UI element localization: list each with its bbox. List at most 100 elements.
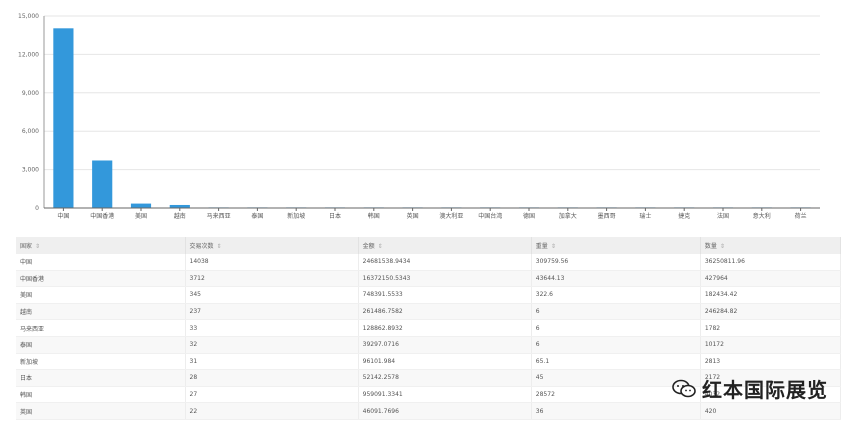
table-row: 新加坡 31 96101.984 65.1 2813 xyxy=(16,353,842,371)
table-cell: 1782 xyxy=(700,319,842,337)
table-row: 英国 22 46091.7696 36 420 xyxy=(16,402,842,420)
x-tick-label: 加拿大 xyxy=(559,212,577,220)
table-row: 中国 14038 24681538.9434 309759.56 36250811.96 xyxy=(16,254,842,271)
table-cell: 日本 xyxy=(16,369,186,387)
x-tick-label: 澳大利亚 xyxy=(439,212,463,220)
sort-icon[interactable]: ⇕ xyxy=(378,243,383,250)
table-cell: 英国 xyxy=(16,402,186,420)
table-cell: 959091.3341 xyxy=(358,386,532,404)
table-cell: 中国香港 xyxy=(16,270,186,288)
y-tick-label: 12,000 xyxy=(18,51,39,58)
table-cell: 美国 xyxy=(16,286,186,304)
x-tick-label: 德国 xyxy=(523,212,535,220)
x-tick-label: 越南 xyxy=(174,212,186,220)
table-cell: 36 xyxy=(531,402,701,420)
table-cell: 6 xyxy=(531,319,701,337)
bar xyxy=(130,203,152,208)
table-row: 越南 237 261486.7582 6 246284.82 xyxy=(16,303,842,321)
table-cell: 52142.2578 xyxy=(358,369,532,387)
table-cell: 马来西亚 xyxy=(16,319,186,337)
table-cell: 420 xyxy=(700,402,842,420)
x-tick-label: 泰国 xyxy=(251,212,263,220)
x-tick-label: 新加坡 xyxy=(287,212,305,220)
x-axis: 中国 中国香港 美国 越南 马来西亚 泰国 新加坡 日本 韩国 英国 澳大利亚 中国台湾 德国 加拿大 墨西… xyxy=(44,207,820,220)
table-cell: 6 xyxy=(531,303,701,321)
table-cell: 3712 xyxy=(185,270,359,288)
table-cell: 33 xyxy=(185,319,359,337)
x-tick-label: 日本 xyxy=(329,212,341,220)
table-cell: 16372150.5343 xyxy=(358,270,532,288)
sort-icon[interactable]: ⇕ xyxy=(35,243,40,250)
table-cell: 中国 xyxy=(16,254,186,271)
table-cell: 427964 xyxy=(700,270,842,288)
table-cell: 65.1 xyxy=(531,353,701,371)
table-cell: 27 xyxy=(185,386,359,404)
x-tick-label: 荷兰 xyxy=(795,212,807,220)
watermark-text: 红本国际展览 xyxy=(702,378,828,402)
bar-chart: 0 3,000 6,000 9,000 12,000 15,000 中国 中国香港 美国 越南 马… xyxy=(18,13,820,220)
x-tick-label: 瑞士 xyxy=(639,212,651,220)
y-tick-label: 15,000 xyxy=(18,13,39,20)
table-cell: 韩国 xyxy=(16,386,186,404)
column-header-weight[interactable]: 重量 ⇕ xyxy=(531,237,701,254)
table-cell: 43644.13 xyxy=(531,270,701,288)
y-tick-label: 0 xyxy=(35,205,39,212)
table-cell: 182434.42 xyxy=(700,286,842,304)
table-cell: 309759.56 xyxy=(531,254,701,271)
table-cell: 128862.8932 xyxy=(358,319,532,337)
x-tick-label: 马来西亚 xyxy=(207,212,231,220)
x-tick-label: 意大利 xyxy=(753,212,771,220)
table-cell: 32 xyxy=(185,336,359,354)
table-cell: 越南 xyxy=(16,303,186,321)
table-cell: 345 xyxy=(185,286,359,304)
table-cell: 24681538.9434 xyxy=(358,254,532,271)
y-tick-label: 9,000 xyxy=(22,90,39,97)
x-tick-label: 中国 xyxy=(57,212,69,220)
y-axis: 0 3,000 6,000 9,000 12,000 15,000 xyxy=(18,13,45,212)
table-cell: 14038 xyxy=(185,254,359,271)
table-cell: 36250811.96 xyxy=(700,254,842,271)
table-cell: 39297.0716 xyxy=(358,336,532,354)
x-tick-label: 英国 xyxy=(407,212,419,220)
x-tick-label: 捷克 xyxy=(678,212,690,220)
table-cell: 6 xyxy=(531,336,701,354)
chart-grid xyxy=(44,15,820,171)
table-cell: 46091.7696 xyxy=(358,402,532,420)
table-cell: 新加坡 xyxy=(16,353,186,371)
table-row: 马来西亚 33 128862.8932 6 1782 xyxy=(16,319,842,337)
table-row: 泰国 32 39297.0716 6 10172 xyxy=(16,336,842,354)
table-header-row: 国家 ⇕ 交易次数 ⇕ 金额 ⇕ 重量 ⇕ 数量 ⇕ xyxy=(16,237,842,254)
column-header-country[interactable]: 国家 ⇕ xyxy=(16,237,186,254)
y-tick-label: 6,000 xyxy=(22,128,39,135)
table-cell: 2813 xyxy=(700,353,842,371)
table-cell: 10172 xyxy=(700,336,842,354)
table-cell: 261486.7582 xyxy=(358,303,532,321)
bar xyxy=(53,28,74,209)
x-tick-label: 韩国 xyxy=(368,212,380,220)
table-row: 美国 345 748391.5533 322.6 182434.42 xyxy=(16,286,842,304)
x-tick-label: 中国香港 xyxy=(90,212,114,220)
sort-icon[interactable]: ⇕ xyxy=(217,243,222,250)
table-row: 中国香港 3712 16372150.5343 43644.13 427964 xyxy=(16,270,842,288)
table-cell: 22 xyxy=(185,402,359,420)
watermark: 红本国际展览 xyxy=(672,374,828,403)
table-cell: 泰国 xyxy=(16,336,186,354)
table-cell: 237 xyxy=(185,303,359,321)
column-header-transactions[interactable]: 交易次数 ⇕ xyxy=(185,237,359,254)
x-tick-label: 中国台湾 xyxy=(478,212,502,220)
column-header-amount[interactable]: 金额 ⇕ xyxy=(358,237,532,254)
sort-icon[interactable]: ⇕ xyxy=(720,243,725,250)
x-tick-label: 美国 xyxy=(135,212,147,220)
x-tick-label: 法国 xyxy=(717,212,729,220)
table-cell: 96101.984 xyxy=(358,353,532,371)
wechat-icon xyxy=(672,379,696,397)
table-cell: 246284.82 xyxy=(700,303,842,321)
table-cell: 28 xyxy=(185,369,359,387)
column-header-quantity[interactable]: 数量 ⇕ xyxy=(700,237,842,254)
y-tick-label: 3,000 xyxy=(22,167,39,174)
table-cell: 31 xyxy=(185,353,359,371)
chart-bars xyxy=(53,28,811,209)
sort-icon[interactable]: ⇕ xyxy=(551,243,556,250)
x-tick-label: 墨西哥 xyxy=(598,213,616,220)
bar xyxy=(92,160,113,208)
